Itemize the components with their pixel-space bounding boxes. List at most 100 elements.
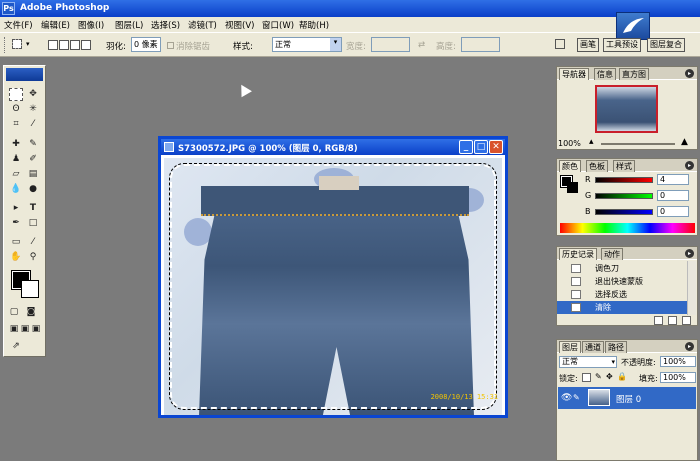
file-browser-icon[interactable] [555, 39, 565, 49]
history-item-selected[interactable]: 清除 [557, 301, 689, 314]
lock-brush-icon[interactable]: ✎ [595, 372, 602, 381]
tab-history[interactable]: 历史记录 [559, 248, 597, 260]
marquee-preset-icon[interactable] [12, 39, 22, 49]
layer-name[interactable]: 图层 0 [616, 393, 641, 405]
notes-tool-icon[interactable]: ▭ [9, 236, 23, 249]
menu-help[interactable]: 帮助(H) [299, 19, 329, 31]
b-input[interactable]: 0 [657, 206, 689, 217]
menu-edit[interactable]: 编辑(E) [41, 19, 70, 31]
lock-move-icon[interactable]: ✥ [606, 372, 613, 381]
clone-stamp-icon[interactable]: ♟ [9, 153, 23, 166]
history-item[interactable]: 调色刀 [557, 262, 689, 275]
panel-menu-icon[interactable]: ▸ [685, 161, 694, 170]
grip-handle[interactable] [4, 37, 6, 53]
menu-layer[interactable]: 图层(L) [115, 19, 143, 31]
layer-row[interactable]: 👁 ✎ 图层 0 [558, 387, 696, 409]
maximize-button[interactable]: □ [474, 140, 488, 154]
swap-icon[interactable]: ⇄ [418, 40, 425, 50]
tab-channels[interactable]: 通道 [582, 341, 604, 353]
lock-transparency-icon[interactable] [582, 373, 591, 382]
image-canvas[interactable]: 2008/10/13 15:31 [164, 158, 502, 415]
menu-file[interactable]: 文件(F) [4, 19, 33, 31]
menu-window[interactable]: 窗口(W) [262, 19, 294, 31]
panel-menu-icon[interactable]: ▸ [685, 69, 694, 78]
eyedropper-icon[interactable]: ⁄ [26, 236, 40, 249]
close-button[interactable]: ✕ [489, 140, 503, 154]
menu-image[interactable]: 图像(I) [78, 19, 104, 31]
g-input[interactable]: 0 [657, 190, 689, 201]
tab-layers[interactable]: 图层 [559, 341, 581, 353]
style-select[interactable]: 正常 ▾ [272, 37, 342, 52]
brush-tool-icon[interactable]: ✎ [26, 138, 40, 151]
dock-tab-layer-comps[interactable]: 图层复合 [647, 38, 685, 52]
chevron-down-icon[interactable]: ▾ [26, 40, 30, 48]
new-selection-icon[interactable] [48, 40, 58, 50]
tab-navigator[interactable]: 导航器 [559, 68, 589, 80]
navigator-zoom-value[interactable]: 100% [558, 139, 581, 148]
tab-info[interactable]: 信息 [594, 68, 616, 80]
slice-tool-icon[interactable]: ⁄ [26, 118, 40, 131]
crop-tool-icon[interactable]: ⌗ [9, 118, 23, 131]
feather-input[interactable]: 0 像素 [131, 37, 161, 52]
height-input[interactable] [461, 37, 500, 52]
move-tool-icon[interactable]: ✥ [26, 88, 40, 101]
lasso-tool-icon[interactable]: ʘ [9, 103, 23, 116]
lock-all-icon[interactable]: 🔒 [617, 372, 627, 381]
eraser-tool-icon[interactable]: ▱ [9, 168, 23, 181]
menu-filter[interactable]: 滤镜(T) [188, 19, 217, 31]
trash-icon[interactable] [682, 316, 691, 325]
jump-to-imageready-icon[interactable]: ⇗ [9, 340, 23, 353]
navigator-thumbnail[interactable] [595, 85, 658, 133]
healing-brush-icon[interactable]: ✚ [9, 138, 23, 151]
opacity-input[interactable]: 100% [660, 356, 696, 367]
zoom-slider[interactable] [601, 143, 675, 145]
b-slider[interactable] [595, 209, 653, 215]
r-slider[interactable] [595, 177, 653, 183]
zoom-out-icon[interactable]: ▴ [589, 137, 594, 147]
zoom-tool-icon[interactable]: ⚲ [26, 251, 40, 264]
quick-mask-icon[interactable]: ◙ [24, 306, 38, 319]
dodge-tool-icon[interactable]: ● [26, 183, 40, 196]
new-document-from-state-icon[interactable] [654, 316, 663, 325]
background-color-swatch[interactable] [21, 280, 39, 298]
chevron-down-icon[interactable]: ▾ [611, 357, 615, 367]
r-input[interactable]: 4 [657, 174, 689, 185]
shape-tool-icon[interactable]: □ [26, 217, 40, 230]
eye-icon[interactable]: 👁 [561, 393, 572, 403]
path-select-icon[interactable]: ▸ [9, 202, 23, 215]
screen-mode-full-icon[interactable]: ▣ [29, 323, 43, 336]
color-spectrum-ramp[interactable] [560, 223, 695, 233]
panel-menu-icon[interactable]: ▸ [685, 249, 694, 258]
tab-swatches[interactable]: 色板 [586, 160, 608, 172]
tab-paths[interactable]: 路径 [605, 341, 627, 353]
antialias-checkbox[interactable] [167, 42, 174, 49]
dock-tab-brushes[interactable]: 画笔 [577, 38, 599, 52]
blend-mode-select[interactable]: 正常 ▾ [559, 356, 617, 368]
subtract-selection-icon[interactable] [70, 40, 80, 50]
history-scrollbar[interactable] [687, 261, 696, 315]
color-bg-swatch[interactable] [567, 182, 578, 193]
tab-styles[interactable]: 样式 [613, 160, 635, 172]
history-item[interactable]: 退出快速蒙版 [557, 275, 689, 288]
standard-mode-icon[interactable]: ▢ [7, 306, 21, 319]
zoom-in-icon[interactable]: ▲ [681, 137, 688, 147]
gradient-tool-icon[interactable]: ▤ [26, 168, 40, 181]
marquee-tool-icon[interactable] [9, 88, 23, 101]
pen-tool-icon[interactable]: ✒ [9, 217, 23, 230]
type-tool-icon[interactable]: T [26, 202, 40, 215]
g-slider[interactable] [595, 193, 653, 199]
toolbox-header-icon[interactable] [6, 68, 43, 81]
chevron-down-icon[interactable]: ▾ [330, 38, 341, 51]
history-brush-icon[interactable]: ✐ [26, 153, 40, 166]
width-input[interactable] [371, 37, 410, 52]
history-item[interactable]: 选择反选 [557, 288, 689, 301]
menu-select[interactable]: 选择(S) [151, 19, 180, 31]
menu-view[interactable]: 视图(V) [225, 19, 254, 31]
fill-input[interactable]: 100% [660, 372, 696, 383]
magic-wand-icon[interactable]: ✳ [26, 103, 40, 116]
add-selection-icon[interactable] [59, 40, 69, 50]
dock-tab-tool-presets[interactable]: 工具预设 [603, 38, 641, 52]
new-snapshot-icon[interactable] [668, 316, 677, 325]
tab-histogram[interactable]: 直方图 [619, 68, 649, 80]
tab-color[interactable]: 颜色 [559, 160, 581, 172]
